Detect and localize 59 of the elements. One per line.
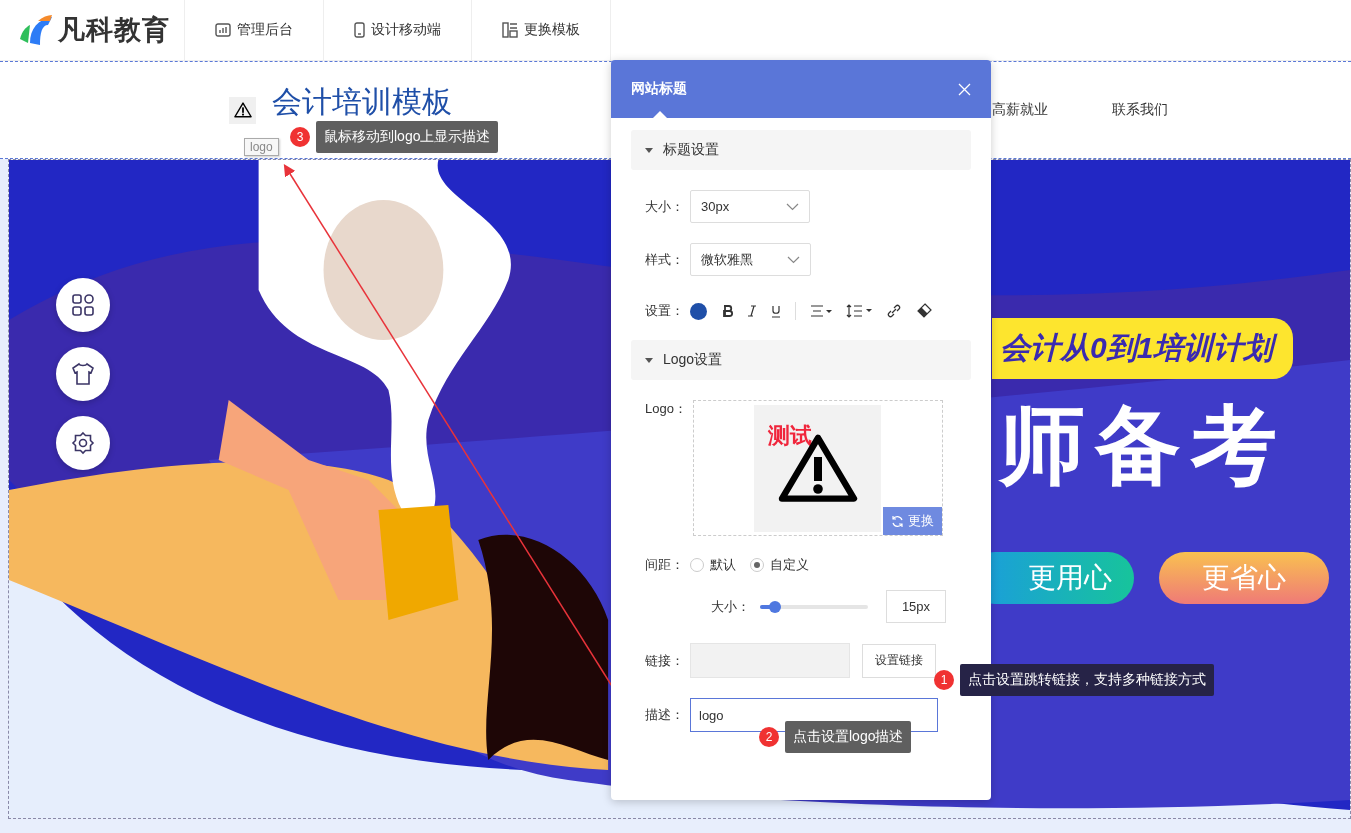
panel-title: 网站标题: [631, 80, 687, 98]
eraser-icon: [916, 303, 932, 319]
radio-option[interactable]: 自定义: [750, 556, 817, 574]
italic-icon: [747, 305, 757, 317]
banner-headline: 师备考: [999, 396, 1287, 495]
chevron-down-icon: [786, 202, 799, 211]
field-label: 链接：: [645, 651, 684, 670]
field-label: 大小：: [711, 597, 750, 616]
field-label: Logo：: [645, 400, 687, 418]
brand-logo-icon: [18, 13, 54, 47]
chevron-down-icon: [787, 255, 800, 264]
field-label: 间距：: [645, 556, 684, 574]
underline-icon: [771, 304, 781, 318]
line-height-icon: [846, 304, 872, 318]
site-title: 会计培训模板: [272, 85, 452, 119]
align-icon: [810, 305, 832, 317]
banner-pill: 更省心: [1159, 552, 1329, 604]
nav-link[interactable]: 联系我们: [1112, 101, 1168, 119]
site-logo-image[interactable]: [229, 96, 256, 124]
bold-icon: [723, 305, 733, 317]
tagline-banner: 会计从0到1培训计划: [992, 318, 1294, 379]
hint-tooltip: 点击设置logo描述: [785, 721, 912, 753]
link-field[interactable]: [690, 643, 850, 678]
warning-icon: [233, 102, 252, 118]
apps-icon: [71, 293, 95, 317]
settings-icon: [71, 431, 95, 455]
toolbar-button[interactable]: 设计移动端: [324, 0, 472, 60]
hint-tooltip: 鼠标移动到logo上显示描述: [316, 121, 499, 153]
size-select[interactable]: 30px: [690, 190, 810, 223]
pointer-notch: [653, 111, 667, 118]
close-icon: [958, 82, 971, 96]
section-header[interactable]: 标题设置: [631, 130, 971, 170]
brand-name: 凡科教育: [58, 14, 170, 47]
link-icon: [886, 303, 902, 319]
font-select[interactable]: 微软雅黑: [690, 243, 811, 276]
close-button[interactable]: [958, 82, 971, 96]
logo-tooltip: logo: [244, 138, 279, 156]
field-label: 设置：: [645, 302, 684, 320]
toolbar-button[interactable]: 更换模板: [472, 0, 611, 60]
refresh-icon: [890, 514, 904, 528]
shirt-icon: [71, 362, 95, 386]
phone-icon: [354, 22, 365, 38]
caret-icon: [645, 147, 653, 153]
chart-icon: [215, 23, 231, 37]
hint-tooltip: 点击设置跳转链接，支持多种链接方式: [960, 664, 1214, 696]
size-input[interactable]: 15px: [886, 590, 946, 623]
toolbar-button[interactable]: 管理后台: [185, 0, 324, 60]
color-swatch[interactable]: [690, 302, 707, 320]
section-header[interactable]: Logo设置: [631, 340, 971, 380]
layout-icon: [502, 22, 518, 38]
field-label: 描述：: [645, 706, 684, 724]
field-label: 大小：: [645, 197, 684, 216]
set-link-button[interactable]: 设置链接: [862, 643, 936, 678]
radio-option[interactable]: 默认: [690, 556, 744, 574]
slider-thumb[interactable]: [769, 600, 782, 613]
caret-icon: [645, 357, 653, 363]
logo-text: 测试: [768, 422, 813, 450]
nav-link[interactable]: 高薪就业: [992, 101, 1048, 119]
field-label: 样式：: [645, 250, 684, 269]
